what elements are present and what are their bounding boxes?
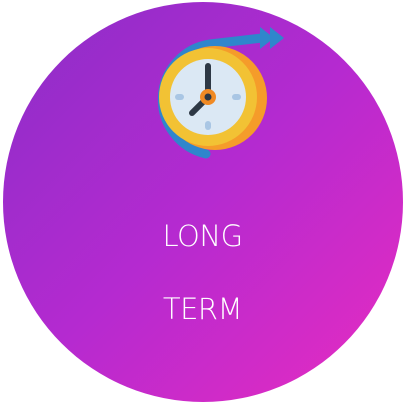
- clock-with-arrow-icon: [157, 27, 284, 159]
- title-line-2: TERM: [162, 292, 243, 326]
- title-line-1: LONG: [162, 219, 243, 253]
